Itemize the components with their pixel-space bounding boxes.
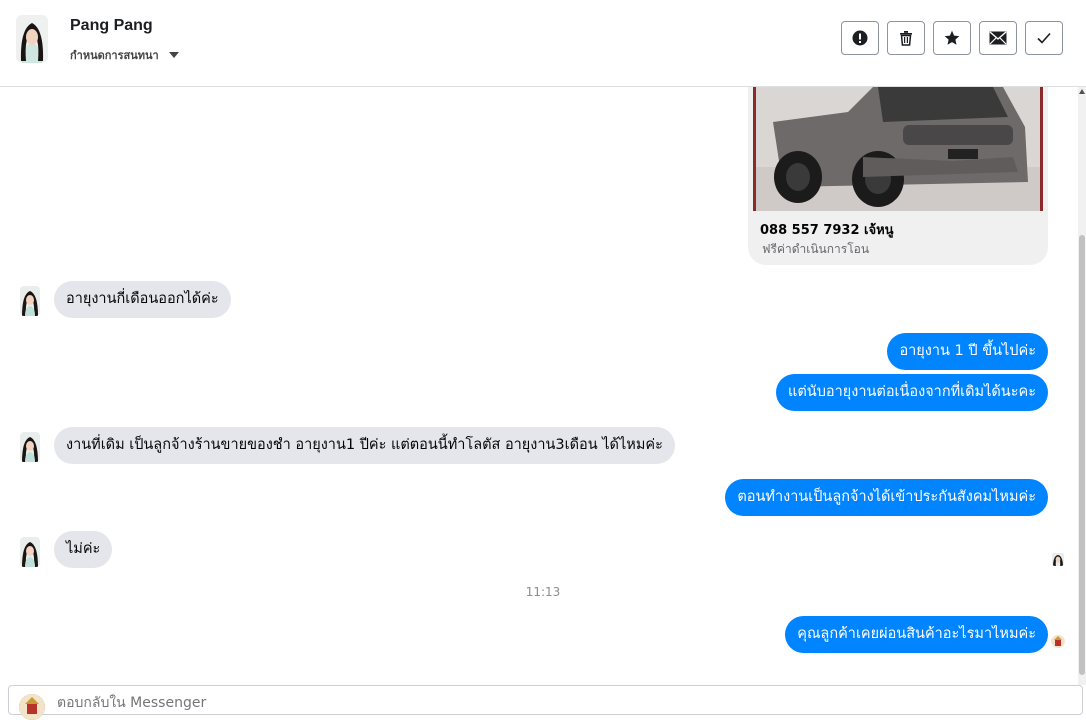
timestamp-divider: 11:13 — [525, 585, 561, 599]
message-scrollbar[interactable] — [1078, 87, 1086, 685]
shared-post-card[interactable]: 088 557 7932 เจ้หนู ฟรีค่าดำเนินการโอน — [748, 87, 1048, 265]
card-title: 088 557 7932 เจ้หนู — [760, 223, 894, 238]
seen-indicator-avatar — [1052, 552, 1064, 566]
check-icon — [1037, 32, 1051, 44]
scrollbar-thumb[interactable] — [1079, 235, 1085, 675]
message-incoming: อายุงานกี่เดือนออกได้ค่ะ — [54, 281, 231, 318]
conversation-status-dropdown[interactable]: กำหนดการสนทนา — [70, 46, 179, 64]
contact-name: Pang Pang — [70, 17, 153, 34]
contact-avatar[interactable] — [16, 15, 48, 63]
mark-done-button[interactable] — [1025, 21, 1063, 55]
message-outgoing: อายุงาน 1 ปี ขึ้นไปค่ะ — [887, 333, 1048, 370]
conversation-header: Pang Pang กำหนดการสนทนา — [0, 0, 1086, 87]
message-outgoing: คุณลูกค้าเคยผ่อนสินค้าอะไรมาไหมค่ะ — [785, 616, 1048, 653]
spam-icon — [852, 30, 868, 46]
message-incoming: ไม่ค่ะ — [54, 531, 113, 568]
mark-unread-button[interactable] — [979, 21, 1017, 55]
card-subtitle: ฟรีค่าดำเนินการโอน — [762, 242, 870, 256]
mark-spam-button[interactable] — [841, 21, 879, 55]
scroll-up-arrow-icon[interactable] — [1079, 89, 1085, 94]
delete-button[interactable] — [887, 21, 925, 55]
star-button[interactable] — [933, 21, 971, 55]
page-avatar — [19, 694, 45, 720]
mail-icon — [989, 31, 1007, 45]
message-outgoing: ตอนทำงานเป็นลูกจ้างได้เข้าประกันสังคมไหม… — [725, 479, 1048, 516]
conversation-status-label: กำหนดการสนทนา — [70, 49, 159, 62]
page-seen-avatar — [1051, 634, 1065, 648]
reply-input[interactable] — [55, 694, 959, 712]
caret-down-icon — [168, 52, 179, 58]
sender-avatar — [20, 286, 40, 316]
trash-icon — [900, 31, 912, 46]
reply-composer[interactable] — [8, 685, 1083, 720]
car-photo — [753, 87, 1043, 211]
sender-avatar — [20, 537, 40, 567]
star-icon — [944, 30, 960, 45]
message-incoming: งานที่เดิม เป็นลูกจ้างร้านขายของชำ อายุง… — [54, 427, 675, 464]
sender-avatar — [20, 432, 40, 462]
header-actions — [841, 21, 1063, 55]
message-outgoing: แต่นับอายุงานต่อเนื่องจากที่เดิมได้นะคะ — [776, 374, 1048, 411]
